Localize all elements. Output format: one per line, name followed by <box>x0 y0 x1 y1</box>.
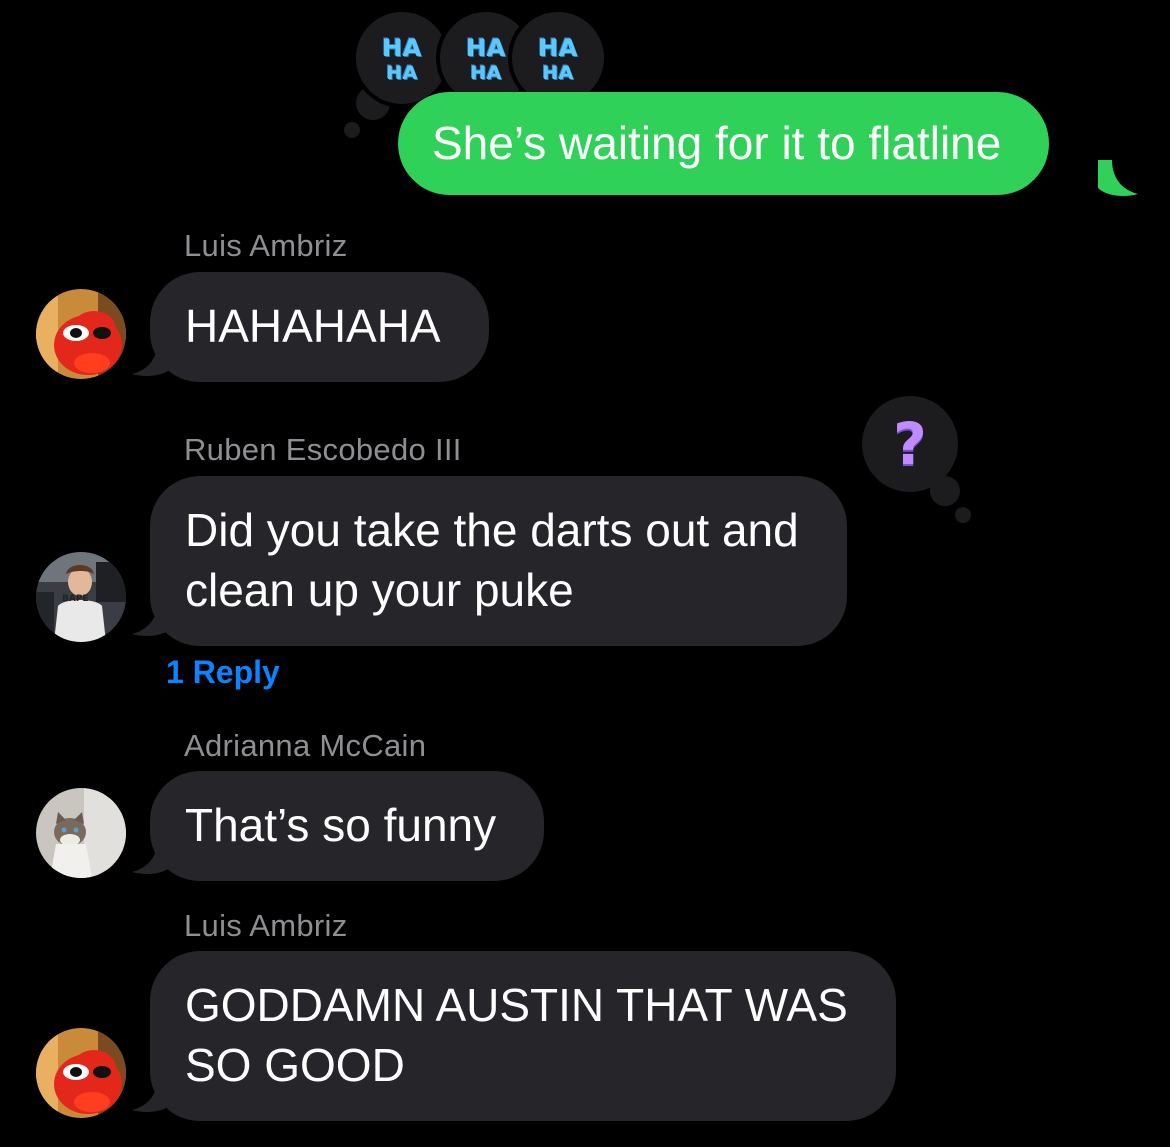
message-text: That’s so funny <box>185 799 497 851</box>
red-character-avatar-icon <box>36 289 126 379</box>
tapback-tail-dot <box>344 122 360 138</box>
avatar[interactable]: BAPE <box>36 552 126 642</box>
message-text-line: GODDAMN AUSTIN THAT WAS <box>185 979 848 1031</box>
sender-name: Adrianna McCain <box>184 728 427 763</box>
incoming-message-bubble[interactable]: That’s so funny <box>150 771 545 881</box>
message-text-line: Did you take the darts out and <box>185 504 799 556</box>
sender-name: Luis Ambriz <box>184 228 348 263</box>
sender-name: Ruben Escobedo III <box>184 432 462 467</box>
haha-icon-sub: HA <box>386 62 418 84</box>
message-text-line: clean up your puke <box>185 564 574 616</box>
incoming-message-bubble[interactable]: Did you take the darts out and clean up … <box>150 476 847 646</box>
messages-thread: HA HA HA HA HA HA She’s waiting for it t… <box>0 0 1170 1147</box>
outgoing-message-bubble[interactable]: She’s waiting for it to flatline <box>398 92 1050 195</box>
cat-avatar-icon <box>36 788 126 878</box>
avatar[interactable] <box>36 788 126 878</box>
haha-icon-sub: HA <box>542 62 574 84</box>
message-text: HAHAHAHA <box>185 300 441 352</box>
incoming-message-bubble[interactable]: GODDAMN AUSTIN THAT WAS SO GOOD <box>150 951 896 1121</box>
sender-name: Luis Ambriz <box>184 908 348 943</box>
haha-icon: HA <box>382 34 422 62</box>
red-character-avatar-icon <box>36 1028 126 1118</box>
bubble-tail-icon <box>1098 160 1138 196</box>
avatar-shirt-text: BAPE <box>62 594 89 604</box>
message-text-line: SO GOOD <box>185 1039 405 1091</box>
haha-icon: HA <box>538 34 578 62</box>
incoming-message-bubble[interactable]: HAHAHAHA <box>150 272 489 382</box>
avatar[interactable] <box>36 1028 126 1118</box>
reply-count-link[interactable]: 1 Reply <box>166 654 280 691</box>
tapback-tail-dot <box>930 476 960 506</box>
tapback-tail-dot <box>955 507 971 523</box>
avatar[interactable] <box>36 289 126 379</box>
question-mark-icon: ? <box>893 410 927 478</box>
outgoing-message-text: She’s waiting for it to flatline <box>432 117 1002 169</box>
